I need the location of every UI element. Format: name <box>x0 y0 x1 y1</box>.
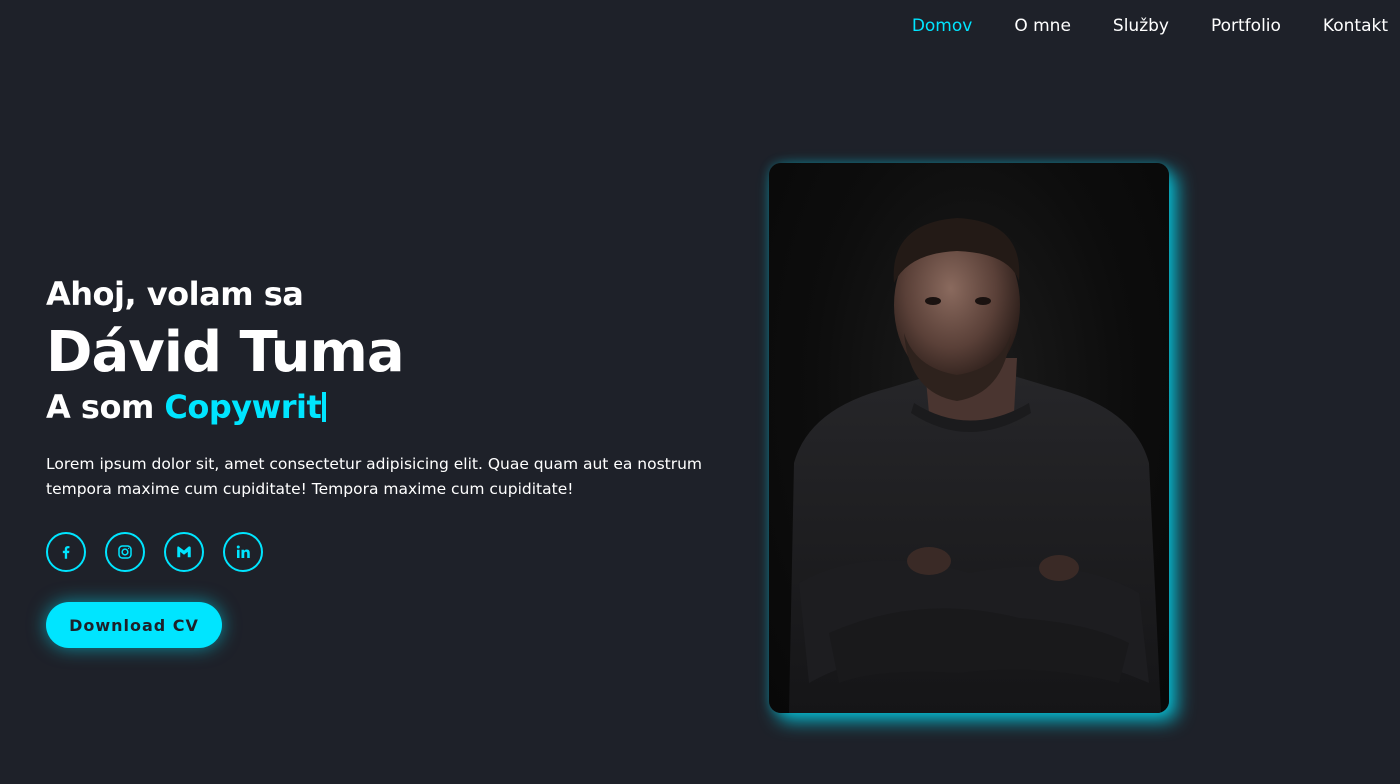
instagram-icon <box>116 543 134 561</box>
role-typed-text: Copywrit <box>164 388 322 426</box>
facebook-icon <box>57 543 75 561</box>
profile-photo <box>769 163 1169 713</box>
hero-description: Lorem ipsum dolor sit, amet consectetur … <box>46 455 703 498</box>
social-links <box>46 532 746 572</box>
gmail-icon <box>175 543 193 561</box>
linkedin-link[interactable] <box>223 532 263 572</box>
hero-role: A som Copywrit <box>46 384 746 430</box>
download-cv-button[interactable]: Download CV <box>46 602 222 648</box>
linkedin-icon <box>234 543 252 561</box>
main-nav: Domov O mne Služby Portfolio Kontakt <box>912 14 1388 38</box>
nav-item-portfolio[interactable]: Portfolio <box>1211 14 1281 38</box>
hero-section: Ahoj, volam sa Dávid Tuma A som Copywrit… <box>46 272 746 648</box>
facebook-link[interactable] <box>46 532 86 572</box>
portrait-illustration <box>789 218 1161 713</box>
gmail-link[interactable] <box>164 532 204 572</box>
typing-caret <box>322 392 327 422</box>
nav-item-kontakt[interactable]: Kontakt <box>1323 14 1388 38</box>
nav-item-domov[interactable]: Domov <box>912 14 973 38</box>
role-prefix: A som <box>46 388 154 426</box>
hero-greeting: Ahoj, volam sa <box>46 275 304 313</box>
instagram-link[interactable] <box>105 532 145 572</box>
page: Domov O mne Služby Portfolio Kontakt Aho… <box>0 0 1400 784</box>
hero-name: Dávid Tuma <box>46 320 405 385</box>
nav-item-o-mne[interactable]: O mne <box>1014 14 1071 38</box>
nav-item-sluzby[interactable]: Služby <box>1113 14 1169 38</box>
